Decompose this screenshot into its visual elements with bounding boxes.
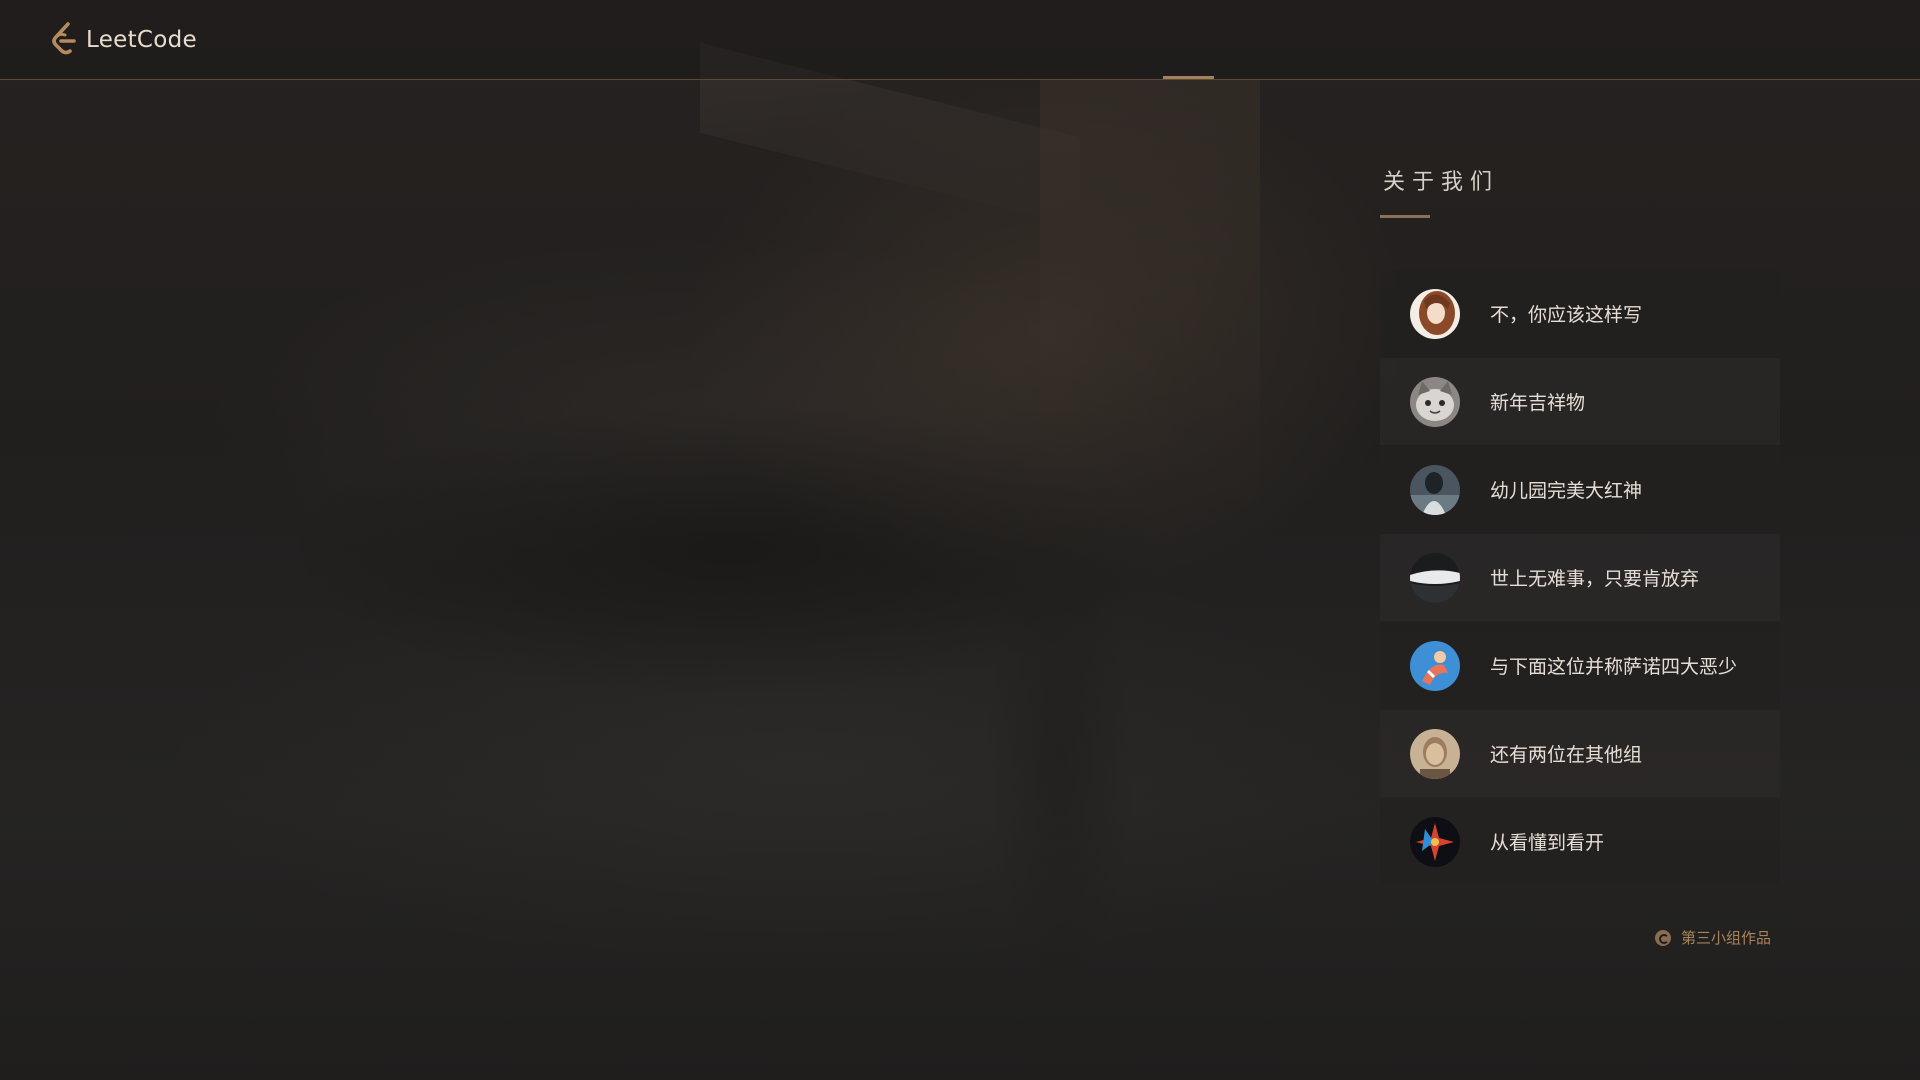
credit-text: 第三小组作品 <box>1681 929 1772 947</box>
copyright-icon <box>1655 929 1671 946</box>
member-name: 还有两位在其他组 <box>1490 744 1643 766</box>
member-name: 从看懂到看开 <box>1490 832 1605 854</box>
logo-text: LeetCode <box>86 27 198 53</box>
member-name: 世上无难事，只要肯放弃 <box>1490 568 1700 590</box>
page-background: LeetCode 关于我们 不，你应该这样写 新年吉祥物 幼儿园完美大红神 世上… <box>0 0 1920 1080</box>
member-item[interactable]: 世上无难事，只要肯放弃 <box>1380 534 1780 621</box>
avatar-blue-cartoon-icon <box>1410 640 1460 691</box>
avatar-man-portrait-icon <box>1410 728 1460 779</box>
background-building <box>1040 80 1260 500</box>
member-item[interactable]: 新年吉祥物 <box>1380 358 1780 445</box>
about-title-underline <box>1380 215 1430 218</box>
member-name: 与下面这位并称萨诺四大恶少 <box>1490 656 1738 678</box>
logo-link[interactable]: LeetCode <box>48 20 197 60</box>
background-crowd <box>280 400 1180 700</box>
member-item[interactable]: 还有两位在其他组 <box>1380 710 1780 797</box>
member-item[interactable]: 不，你应该这样写 <box>1380 270 1780 357</box>
about-title: 关于我们 <box>1383 170 1500 195</box>
top-header: LeetCode <box>0 0 1920 80</box>
member-name: 幼儿园完美大红神 <box>1490 480 1643 502</box>
avatar-colorful-star-icon <box>1410 816 1460 867</box>
member-list: 不，你应该这样写 新年吉祥物 幼儿园完美大红神 世上无难事，只要肯放弃 与下面这… <box>1380 270 1780 885</box>
member-item[interactable]: 从看懂到看开 <box>1380 798 1780 885</box>
avatar-anime-girl-icon <box>1410 288 1460 339</box>
avatar-landscape-icon <box>1410 552 1460 603</box>
member-item[interactable]: 与下面这位并称萨诺四大恶少 <box>1380 622 1780 709</box>
leetcode-logo-icon <box>52 22 76 55</box>
member-item[interactable]: 幼儿园完美大红神 <box>1380 446 1780 533</box>
active-nav-indicator <box>1163 76 1214 79</box>
member-name: 新年吉祥物 <box>1490 392 1586 414</box>
member-name: 不，你应该这样写 <box>1490 304 1643 326</box>
avatar-dark-figure-icon <box>1410 464 1460 515</box>
background-figure <box>960 440 1160 1080</box>
avatar-cat-icon <box>1410 376 1460 427</box>
footer-credit: 第三小组作品 <box>1655 927 1771 948</box>
